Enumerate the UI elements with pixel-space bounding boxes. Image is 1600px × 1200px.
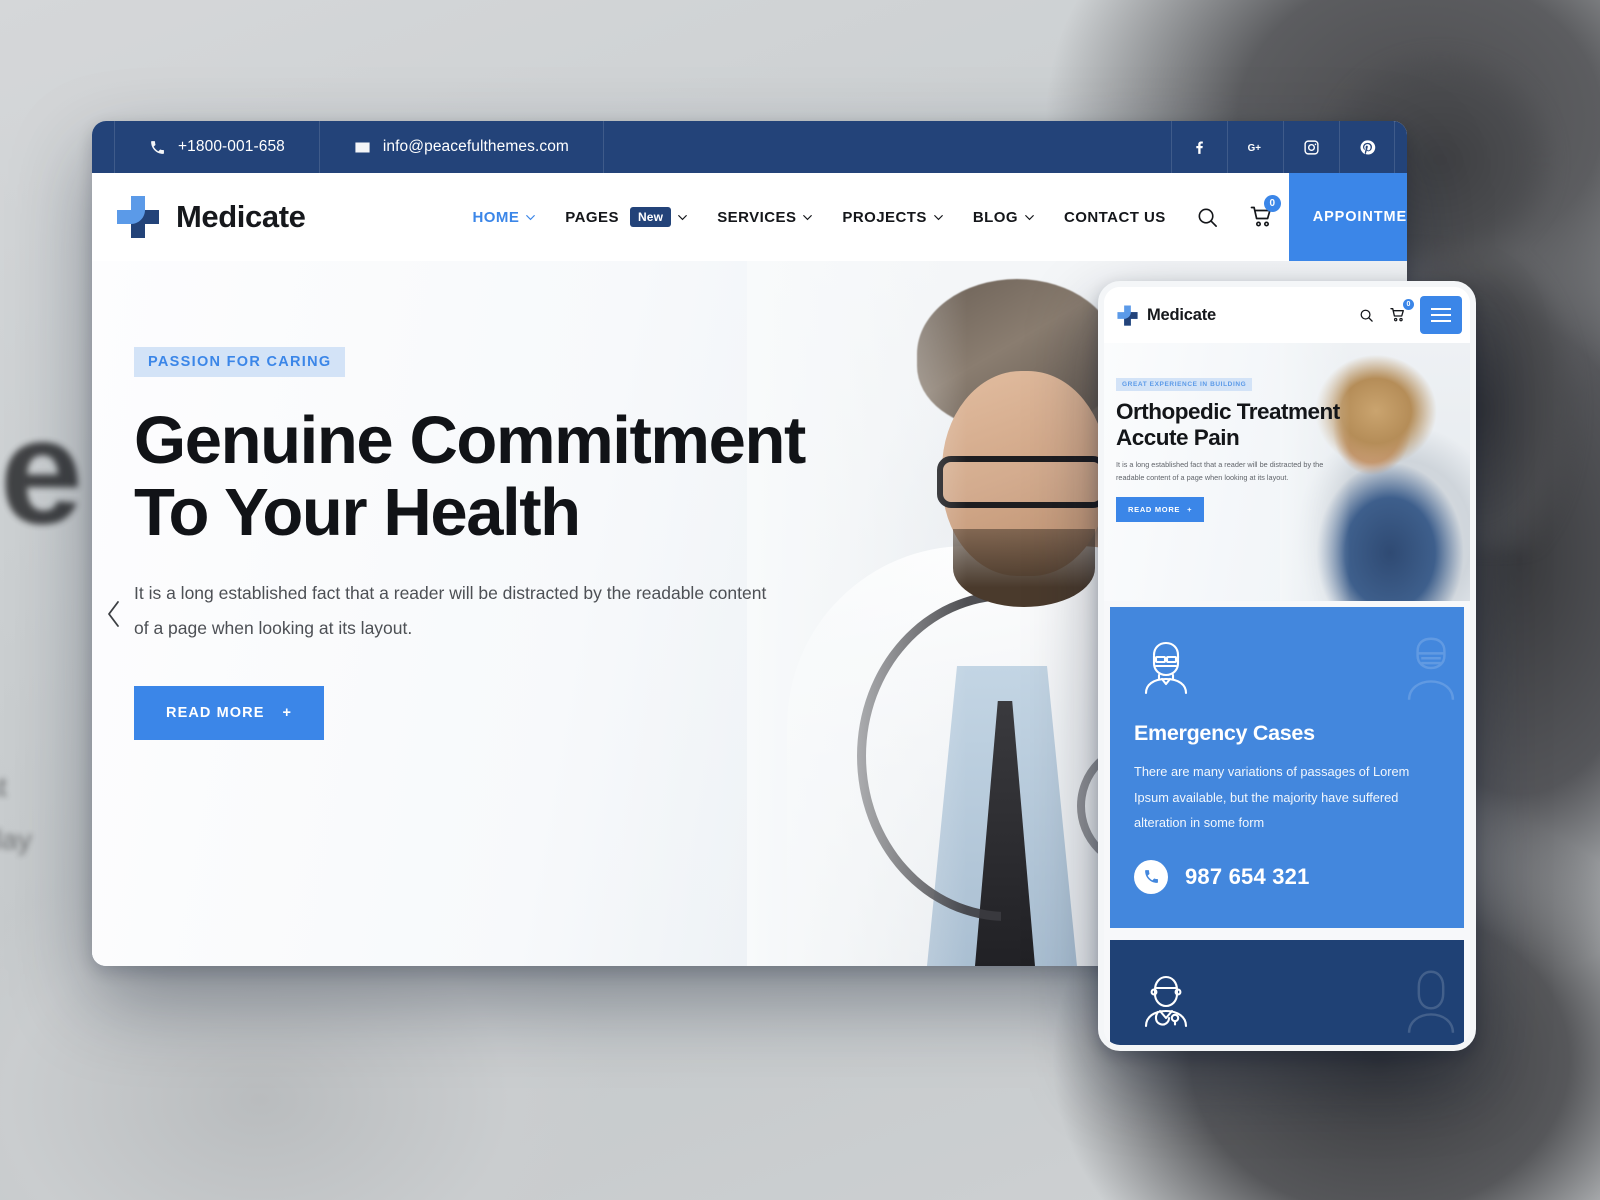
phone-hero-eyebrow: GREAT EXPERIENCE IN BUILDING [1116,378,1253,391]
backdrop-blurred-title: ne r [0,387,83,555]
chevron-down-icon [678,214,688,220]
hamburger-line [1431,320,1451,322]
nav-item-contact-us-label: CONTACT US [1064,208,1166,226]
hamburger-line [1431,314,1451,316]
phone-circle [1134,859,1168,894]
nav-item-services-label: SERVICES [717,208,797,226]
topbar-phone-text: +1800-001-658 [178,138,285,155]
nav-item-home[interactable]: HOME [457,209,550,226]
plus-icon: + [1187,505,1193,515]
top-info-bar: +1800-001-658 info@peacefulthemes.com G+ [92,121,1407,173]
nav-item-contact-us[interactable]: CONTACT US [1049,209,1181,226]
google-plus-icon[interactable]: G+ [1227,121,1283,173]
emergency-phone-number: 987 654 321 [1185,863,1310,889]
chevron-down-icon [934,214,943,220]
hero-eyebrow: PASSION FOR CARING [134,347,346,377]
nav-item-blog-label: BLOG [972,208,1018,226]
carousel-prev-button[interactable] [100,594,128,634]
hero-read-more-label: READ MORE [166,705,265,722]
navbar-actions: 0 APPOINTMENTS + [1181,173,1407,261]
logo-text: Medicate [176,199,306,234]
phone-hero-read-more-button[interactable]: READ MORE + [1116,497,1205,523]
doctor-stethoscope-icon [1407,970,1455,1033]
emergency-cases-text: There are many variations of passages of… [1134,764,1410,831]
topbar-email-text: info@peacefulthemes.com [382,138,569,155]
facebook-icon[interactable] [1171,121,1227,173]
phone-hero-title: Orthopedic Treatment Accute Pain [1116,399,1340,450]
site-logo[interactable]: Medicate [114,193,306,241]
cart-button[interactable]: 0 [1235,173,1289,261]
plus-icon: + [282,705,293,722]
medical-cross-icon [114,193,162,241]
topbar-email[interactable]: info@peacefulthemes.com [320,121,604,173]
nav-item-pages[interactable]: PAGES New [550,207,702,227]
nav-badge-new: New [629,207,672,227]
hamburger-line [1431,308,1451,310]
nav-links: HOME PAGES New SERVICES PROJECTS BLOG CO… [457,207,1180,227]
chevron-down-icon [803,214,813,220]
chevron-down-icon [526,214,536,220]
envelope-icon [355,142,370,152]
chevron-down-icon [1025,214,1034,220]
topbar-phone[interactable]: +1800-001-658 [114,121,320,173]
chevron-left-icon [108,600,119,627]
nav-item-pages-label: PAGES [565,208,619,226]
phone-read-more-label: READ MORE [1128,505,1181,515]
topbar-social-links: G+ [1171,121,1407,173]
svg-text:G+: G+ [1248,142,1262,153]
nav-item-home-label: HOME [472,208,520,226]
topbar-contact-group: +1800-001-658 info@peacefulthemes.com [92,121,604,173]
doctor-card[interactable] [1110,939,1464,1045]
nav-item-services[interactable]: SERVICES [702,209,827,226]
phone-icon [151,140,164,154]
emergency-phone-row[interactable]: 987 654 321 [1134,859,1440,894]
doctor-stethoscope-icon [1144,975,1188,1027]
hero-paragraph: It is a long established fact that a rea… [134,583,767,639]
search-button[interactable] [1181,173,1235,261]
nav-item-blog[interactable]: BLOG [958,209,1049,226]
phone-hero-content: GREAT EXPERIENCE IN BUILDING Orthopedic … [1104,343,1470,523]
instagram-icon[interactable] [1283,121,1339,173]
appointments-button[interactable]: APPOINTMENTS + [1288,173,1407,261]
nav-item-projects[interactable]: PROJECTS [827,209,957,226]
cart-count-badge: 0 [1263,195,1281,212]
search-icon [1198,208,1218,227]
backdrop-blurred-subtitle: that its lay [0,771,32,856]
appointments-label: APPOINTMENTS [1312,209,1407,225]
phone-icon [1144,870,1158,884]
phone-hamburger-menu-button[interactable] [1420,296,1462,334]
pinterest-icon[interactable] [1339,121,1395,173]
phone-hero-paragraph: It is a long established fact that a rea… [1116,459,1324,482]
hero-read-more-button[interactable]: READ MORE + [134,686,325,741]
main-navbar: Medicate HOME PAGES New SERVICES PROJECT… [92,173,1407,261]
nav-item-projects-label: PROJECTS [842,208,927,226]
